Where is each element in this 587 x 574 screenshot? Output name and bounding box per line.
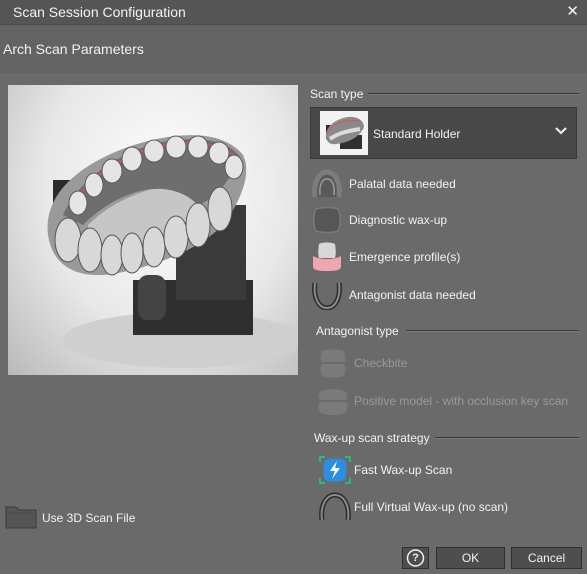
option-emergence-profile[interactable]: Emergence profile(s) xyxy=(310,242,580,272)
divider xyxy=(435,437,579,439)
scan-type-dropdown[interactable]: Standard Holder xyxy=(310,107,577,159)
wax-up-icon xyxy=(310,205,344,235)
scan-type-label: Scan type xyxy=(310,87,364,101)
divider xyxy=(368,93,579,95)
fast-scan-icon xyxy=(318,455,352,485)
antagonist-type-label: Antagonist type xyxy=(316,324,399,338)
option-label: Positive model - with occlusion key scan xyxy=(354,394,569,408)
option-positive-model[interactable]: Positive model - with occlusion key scan xyxy=(316,386,581,416)
use-3d-scan-file-button[interactable]: Use 3D Scan File xyxy=(5,503,175,531)
option-label: Palatal data needed xyxy=(349,177,456,191)
section-header: Arch Scan Parameters xyxy=(0,25,587,73)
option-label: Full Virtual Wax-up (no scan) xyxy=(354,500,509,514)
option-antagonist-data[interactable]: Antagonist data needed xyxy=(310,280,580,311)
scan-preview-image xyxy=(8,85,298,375)
option-fast-wax-up-scan[interactable]: Fast Wax-up Scan xyxy=(318,455,580,485)
option-full-virtual-wax-up[interactable]: Full Virtual Wax-up (no scan) xyxy=(318,492,580,522)
folder-icon xyxy=(5,503,37,532)
help-glyph: ? xyxy=(412,552,419,564)
palate-icon xyxy=(310,169,344,199)
checkbite-icon xyxy=(316,348,350,378)
scan-type-value: Standard Holder xyxy=(373,127,461,141)
use-3d-scan-file-label: Use 3D Scan File xyxy=(42,511,136,525)
close-icon[interactable]: ✕ xyxy=(566,2,579,20)
help-button[interactable]: ? xyxy=(402,547,429,569)
option-checkbite[interactable]: Checkbite xyxy=(316,348,581,378)
option-label: Diagnostic wax-up xyxy=(349,213,448,227)
waxup-strategy-label: Wax-up scan strategy xyxy=(314,431,430,445)
option-label: Fast Wax-up Scan xyxy=(354,463,453,477)
divider xyxy=(406,330,579,332)
title-bar: Scan Session Configuration ✕ xyxy=(0,0,587,25)
antagonist-arch-icon xyxy=(310,280,344,311)
ok-button[interactable]: OK xyxy=(436,547,505,569)
option-label: Antagonist data needed xyxy=(349,288,476,302)
option-label: Emergence profile(s) xyxy=(349,250,461,264)
virtual-wax-up-icon xyxy=(318,492,352,522)
chevron-down-icon xyxy=(554,124,568,138)
option-diagnostic-wax-up[interactable]: Diagnostic wax-up xyxy=(310,205,580,235)
option-label: Checkbite xyxy=(354,356,408,370)
window-title: Scan Session Configuration xyxy=(13,4,186,20)
gingiva-icon xyxy=(310,242,344,272)
standard-holder-thumbnail xyxy=(320,111,368,155)
option-palatal-data[interactable]: Palatal data needed xyxy=(310,169,580,199)
cancel-button[interactable]: Cancel xyxy=(511,547,582,569)
positive-model-icon xyxy=(316,386,350,416)
page-title: Arch Scan Parameters xyxy=(3,41,144,57)
